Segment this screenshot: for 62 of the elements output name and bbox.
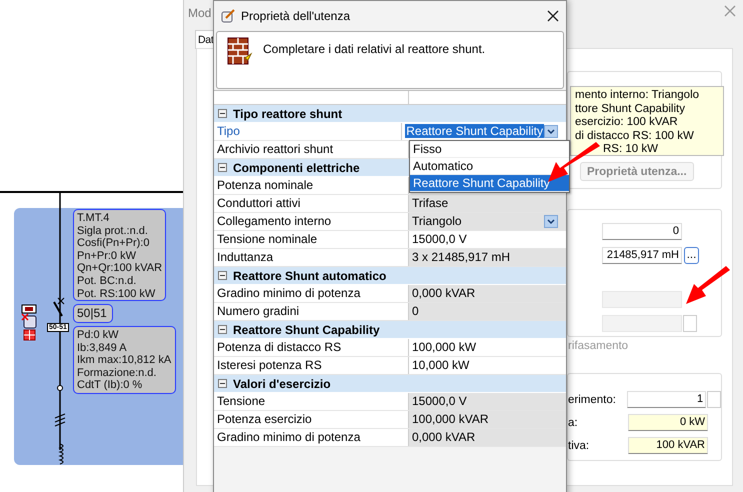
- category-label: Reattore Shunt Capability: [233, 322, 380, 336]
- field-label: rifasamento: [568, 340, 630, 352]
- property-dropdown[interactable]: Triangolo: [409, 213, 566, 230]
- dropdown-option[interactable]: Reattore Shunt Capability: [410, 175, 569, 192]
- property-value[interactable]: 0,000 kVAR: [409, 429, 566, 446]
- field-label: a:: [568, 416, 579, 428]
- grid-icon: [24, 330, 36, 340]
- category-row[interactable]: Valori d'esercizio: [214, 375, 566, 393]
- category-label: Tipo reattore shunt: [233, 106, 342, 120]
- property-value[interactable]: 0: [409, 303, 566, 320]
- properties-icon: [220, 8, 236, 24]
- input-field[interactable]: 100 kVAR: [628, 437, 708, 454]
- window-title: Mod: [188, 6, 212, 20]
- caret-icon: [547, 218, 555, 224]
- spinner: [683, 314, 697, 332]
- property-value[interactable]: 100,000 kW: [409, 339, 566, 356]
- collapse-icon[interactable]: [218, 379, 227, 388]
- pointer-arrow: [684, 266, 732, 306]
- property-value[interactable]: 15000,0 V: [409, 231, 566, 248]
- close-icon[interactable]: [546, 9, 560, 23]
- field-label: erimento:: [568, 394, 617, 406]
- property-value[interactable]: 100,000 kVAR: [409, 411, 566, 428]
- property-value[interactable]: 0,000 kVAR: [409, 285, 566, 302]
- input-field[interactable]: 21485,917 mH: [602, 246, 682, 264]
- category-row[interactable]: Tipo reattore shunt: [214, 105, 566, 123]
- property-value[interactable]: 10,000 kW: [409, 357, 566, 374]
- property-label[interactable]: Tipo: [214, 123, 402, 140]
- coil-icon: [60, 444, 64, 464]
- property-label[interactable]: Potenza di distacco RS: [214, 339, 409, 356]
- node-icon: [57, 385, 63, 391]
- field-label: tiva:: [568, 440, 590, 452]
- property-label[interactable]: Isteresi potenza RS: [214, 357, 409, 374]
- property-value[interactable]: 3 x 21485,917 mH: [409, 249, 566, 266]
- category-label: Valori d'esercizio: [233, 376, 331, 390]
- dialog-title: Proprietà dell'utenza: [241, 9, 352, 23]
- cable-icon: [54, 414, 66, 426]
- cable-info-box: Pd:0 kW Ib:3,849 A Ikm max:10,812 kA Formazione:n.d. CdtT (Ib):0 %: [73, 326, 176, 394]
- breaker-icon: [53, 298, 64, 316]
- input-field[interactable]: 0 kW: [628, 414, 708, 431]
- dropdown-button[interactable]: [544, 215, 558, 228]
- category-label: Componenti elettriche: [233, 160, 360, 174]
- protection-box: 50|51: [73, 304, 113, 323]
- category-label: Reattore Shunt automatico: [233, 268, 386, 282]
- caret-icon: [547, 128, 555, 134]
- dropdown-option[interactable]: Fisso: [410, 141, 569, 158]
- collapse-icon[interactable]: [218, 271, 227, 280]
- dropdown-button[interactable]: [544, 125, 558, 138]
- input-field[interactable]: 1: [627, 391, 706, 408]
- collapse-icon[interactable]: [218, 325, 227, 334]
- info-box: T.MT.4 Sigla prot.:n.d. Cosfi(Pn+Pr):0 Pn+Pr:0 kW Qn+Qr:100 kVAR Pot. BC:n.d. Pot. RS:100 kW: [73, 209, 166, 301]
- browse-button[interactable]: ...: [684, 246, 699, 264]
- property-value[interactable]: Trifase: [409, 195, 566, 212]
- property-value[interactable]: 15000,0 V: [409, 393, 566, 410]
- collapse-icon[interactable]: [218, 109, 227, 118]
- instruction-text: Completare i dati relativi al reattore shunt.: [263, 41, 486, 58]
- tab[interactable]: Dat: [195, 30, 214, 49]
- category-row[interactable]: Reattore Shunt automatico: [214, 267, 566, 285]
- input-field[interactable]: 0: [602, 222, 682, 240]
- property-label[interactable]: Tensione nominale: [214, 231, 409, 248]
- collapse-icon[interactable]: [218, 163, 227, 172]
- category-row[interactable]: Reattore Shunt Capability: [214, 321, 566, 339]
- summary-box: mento interno: Triangolo ttore Shunt Capability esercizio: 100 kVAR di distacco RS: 100 kW RS: 10 kW: [570, 86, 724, 156]
